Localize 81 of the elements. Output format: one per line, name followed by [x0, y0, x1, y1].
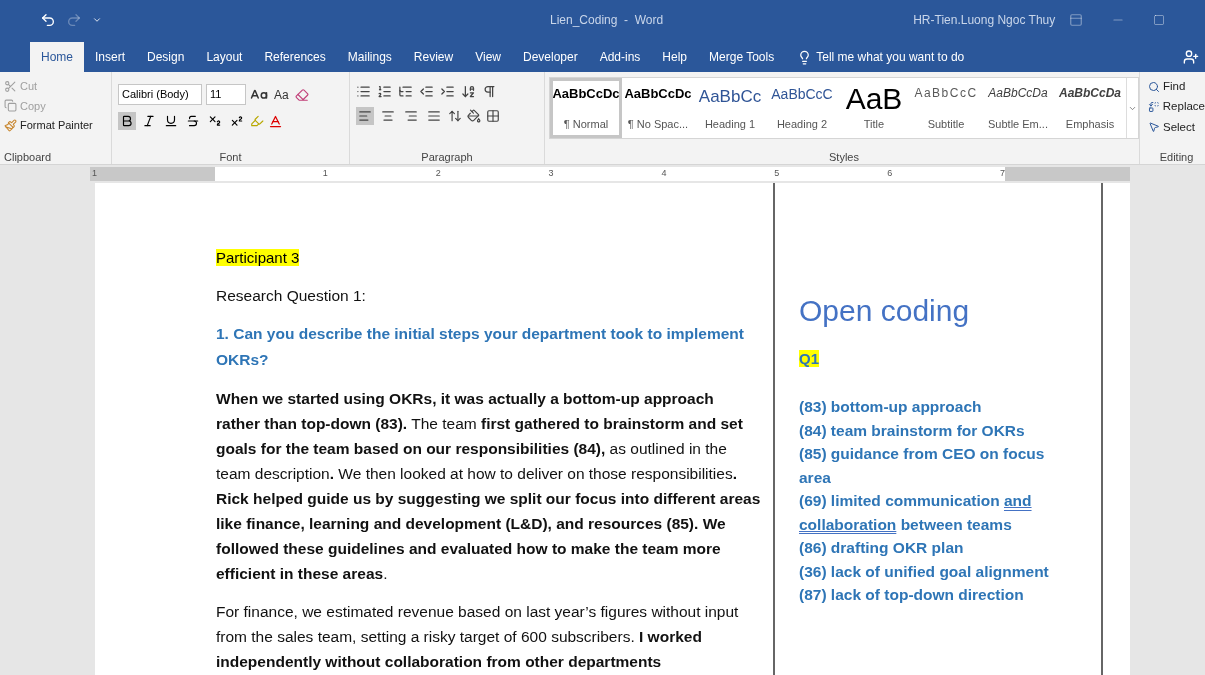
code-item: (36) lack of unified goal alignment	[799, 561, 1050, 582]
font-size-field[interactable]: 11	[206, 84, 246, 105]
style-option[interactable]: AaBbCcDc ¶ No Spac...	[622, 78, 694, 138]
line-spacing-icon[interactable]	[448, 109, 462, 123]
align-icon[interactable]	[356, 107, 374, 125]
copy-icon	[4, 99, 17, 113]
style-option[interactable]: AaBbCcDc ¶ Normal	[550, 78, 622, 138]
ribbon-tab[interactable]: Developer	[511, 42, 589, 72]
group-label: Clipboard	[4, 151, 52, 163]
ribbon-tab[interactable]: Layout	[195, 42, 254, 72]
borders-icon[interactable]	[486, 109, 500, 123]
tell-me-field[interactable]: Tell me what you want to do	[797, 42, 965, 72]
style-option[interactable]: AaB Title	[838, 78, 910, 138]
find-button[interactable]: Find	[1148, 78, 1205, 96]
share-icon[interactable]	[1183, 49, 1199, 65]
code-item: (87) lack of top-down direction	[799, 585, 1025, 605]
ribbon-tab[interactable]: Design	[136, 42, 196, 72]
ruler-number: 5	[773, 167, 780, 181]
ruler-number: 1	[92, 167, 97, 181]
select-button[interactable]: Select	[1148, 118, 1205, 136]
ribbon-tab[interactable]: Merge Tools	[698, 42, 786, 72]
ribbon-tab[interactable]: Insert	[84, 42, 137, 72]
style-option[interactable]: AaBbCcC Heading 2	[766, 78, 838, 138]
ruler-number: 3	[547, 167, 554, 181]
search-icon	[1148, 80, 1160, 93]
code-item: (84) team brainstorm for OKRs	[799, 420, 1026, 441]
ribbon-tab[interactable]: References	[253, 42, 337, 72]
ruler-number: 4	[660, 167, 667, 181]
window-title: Lien_Coding - Word	[550, 12, 664, 29]
group-label: Paragraph	[421, 151, 473, 163]
style-option[interactable]: AaBbCcDa Subtle Em...	[982, 78, 1054, 138]
question-label: Q1	[799, 350, 819, 367]
ruler-number: 1	[321, 167, 328, 181]
ribbon-tab[interactable]: Add-ins	[588, 42, 652, 72]
body-paragraph: For finance, we estimated revenue based on last year’s figures without input from the sales team, setting a risky target of 600 subscribers. I worked independently without collaboration from other departments	[216, 602, 740, 672]
ribbon-tab[interactable]: Mailings	[336, 42, 403, 72]
ruler-number: 6	[886, 167, 893, 181]
bold-icon[interactable]	[118, 112, 136, 130]
ribbon-tab[interactable]: Home	[30, 42, 84, 72]
cursor-icon	[1148, 121, 1160, 134]
scissors-icon	[4, 79, 17, 93]
ribbon-tab[interactable]: View	[464, 42, 512, 72]
ruler-number: 2	[434, 167, 441, 181]
question-text: 1. Can you describe the initial steps your department took to implement OKRs?	[216, 324, 745, 370]
ribbon-tab[interactable]: Review	[402, 42, 465, 72]
replace-button[interactable]: Replace	[1148, 98, 1205, 116]
font-color-icon[interactable]	[268, 113, 283, 129]
numbering-icon[interactable]	[377, 84, 392, 99]
multilevel-list-icon[interactable]	[398, 84, 413, 99]
replace-icon	[1148, 100, 1160, 113]
user-name: HR-Tien.Luong Ngoc Thuy	[913, 12, 1056, 29]
sort-icon[interactable]	[461, 84, 476, 99]
ruler-number: 7	[999, 167, 1005, 181]
body-paragraph: Research Question 1:	[216, 286, 367, 306]
code-item: (83) bottom-up approach	[799, 397, 983, 417]
customize-icon[interactable]	[92, 15, 102, 25]
ribbon-tab[interactable]: Help	[651, 42, 699, 72]
style-option[interactable]: AaBbCc Heading 1	[694, 78, 766, 138]
eraser-icon[interactable]	[294, 87, 309, 102]
bullets-icon[interactable]	[356, 84, 371, 99]
shading-icon[interactable]	[467, 109, 481, 123]
restore-icon[interactable]	[1153, 14, 1165, 26]
text-box-title: Open coding	[799, 293, 971, 329]
style-option[interactable]: AaBbCcDa Emphasis	[1054, 78, 1126, 138]
change-case-button[interactable]: Aa	[272, 85, 291, 104]
pilcrow-icon[interactable]	[482, 84, 497, 99]
ruler[interactable]: 1 1 2 3 4 5 6 7	[90, 167, 1130, 181]
code-item: (86) drafting OKR plan	[799, 538, 965, 558]
body-paragraph: When we started using OKRs, it was actually a bottom-up approach rather than top-down (83). The team first gathered to brainstorm and set goals for the team based on our responsibilities (84), as outlined in the team description. We then looked at how to deliver on those responsibilities. Rick helped guide us by suggesting we split our focus into different areas like finance, learning and development (L&D), and resources (85). We followed these guidelines and evaluated how to make the team more efficient in these areas.	[216, 389, 761, 584]
painter-button[interactable]: Format Painter	[4, 117, 107, 134]
paintbrush-icon	[4, 118, 17, 132]
undo-icon[interactable]	[40, 12, 56, 28]
indent-increase-icon[interactable]	[440, 84, 455, 99]
group-label: Font	[219, 151, 242, 163]
code-item: (69) limited communication and collaboration between teams	[799, 491, 1033, 535]
group-label: Styles	[829, 151, 859, 163]
style-option[interactable]: AaBbCcC Subtitle	[910, 78, 982, 138]
font-name-field[interactable]: Calibri (Body)	[118, 84, 202, 105]
participant-heading: Participant 3	[216, 249, 300, 266]
group-label: Editing	[1159, 151, 1194, 163]
indent-decrease-icon[interactable]	[419, 84, 434, 99]
